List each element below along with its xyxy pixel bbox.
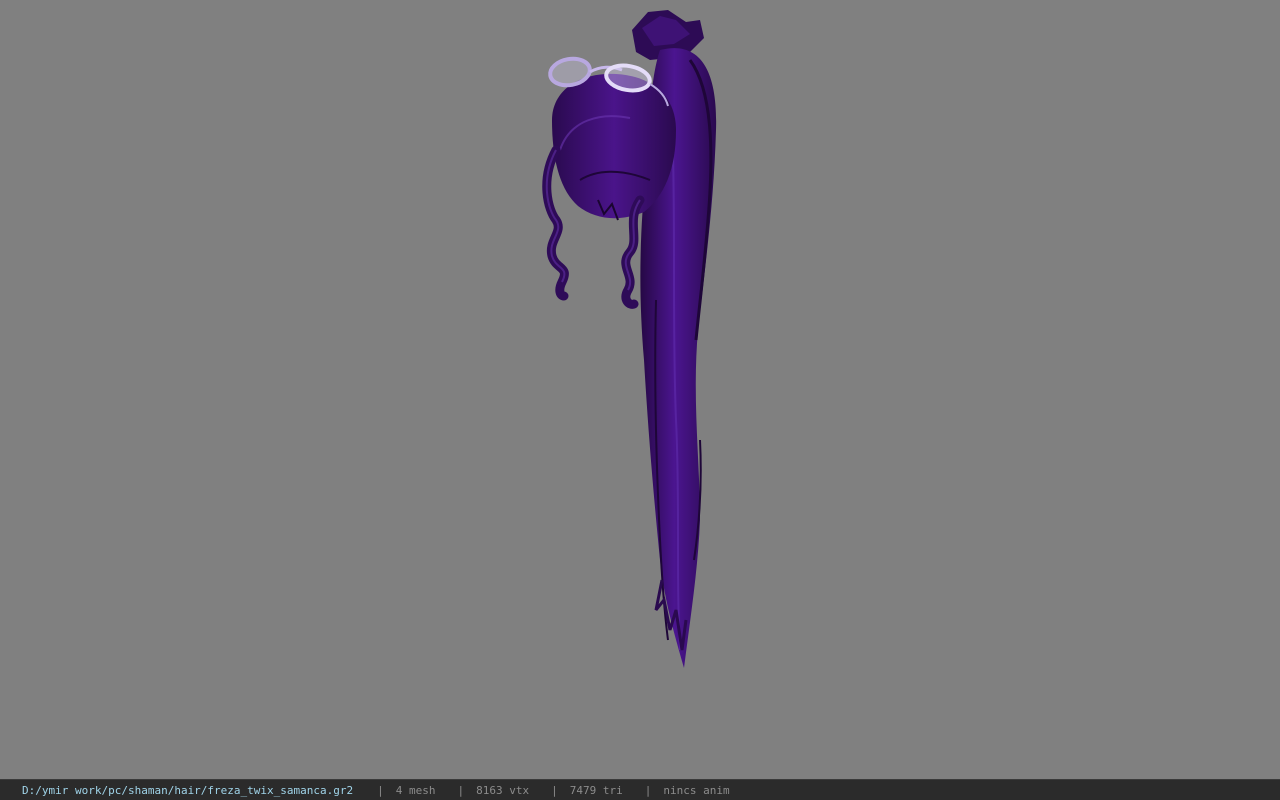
file-path: D:/ymir work/pc/shaman/hair/freza_twix_s… [22, 783, 354, 797]
status-bar: D:/ymir work/pc/shaman/hair/freza_twix_s… [0, 779, 1280, 800]
separator: | [377, 783, 384, 797]
separator: | [644, 783, 652, 797]
separator: | [551, 783, 558, 797]
anim-status: nincs anim [663, 783, 730, 797]
triangle-count: 7479 tri [569, 783, 623, 797]
hair-model-render [542, 10, 717, 669]
vertex-count: 8163 vtx [476, 783, 530, 797]
separator: | [457, 783, 465, 797]
3d-viewport[interactable] [0, 0, 1280, 779]
mesh-count: 4 mesh [395, 783, 436, 797]
hair-head [552, 73, 676, 221]
